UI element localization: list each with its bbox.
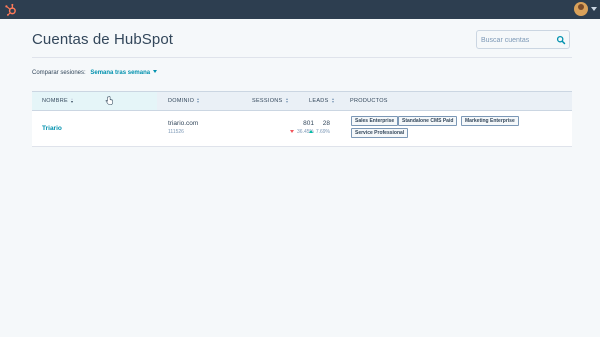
portal-id: 111526: [168, 129, 184, 135]
table-row: Triario triario.com 111526 801 36.45% 28…: [32, 111, 572, 147]
search-icon[interactable]: [556, 35, 566, 45]
sort-icon: [197, 98, 200, 103]
compare-sessions: Comparar sesiones: Semana tras semana: [32, 70, 158, 76]
trend-up-icon: [308, 130, 313, 133]
product-tag: Standalone CMS Paid: [398, 116, 458, 126]
account-domain: triario.com: [168, 120, 199, 127]
hubspot-logo-icon[interactable]: [4, 3, 17, 16]
search-box[interactable]: [476, 30, 570, 49]
top-nav-bar: [0, 0, 600, 19]
chevron-down-icon: [153, 70, 158, 73]
account-name-link[interactable]: Triario: [42, 125, 62, 132]
leads-value: 28: [322, 120, 330, 127]
search-input[interactable]: [481, 34, 555, 46]
sort-icon: [285, 98, 288, 103]
leads-change: 7.69%: [302, 129, 330, 135]
product-tag: Marketing Enterprise: [461, 116, 519, 126]
chevron-down-icon[interactable]: [591, 7, 597, 11]
column-header-dominio[interactable]: DOMINIO: [168, 98, 200, 104]
product-tag: Sales Enterprise: [351, 116, 399, 126]
sessions-value: 801: [303, 120, 314, 127]
compare-dropdown[interactable]: Semana tras semana: [90, 70, 158, 76]
column-header-nombre[interactable]: NOMBRE: [42, 98, 73, 104]
column-header-productos: PRODUCTOS: [350, 98, 388, 104]
sort-icon: [70, 98, 73, 103]
sort-icon: [331, 98, 334, 103]
header-divider: [32, 57, 572, 58]
compare-value: Semana tras semana: [90, 70, 151, 76]
column-header-leads[interactable]: LEADS: [309, 98, 334, 104]
trend-down-icon: [290, 130, 295, 133]
page-title: Cuentas de HubSpot: [32, 31, 174, 48]
compare-label: Comparar sesiones:: [32, 70, 86, 76]
column-header-sessions[interactable]: SESSIONS: [252, 98, 288, 104]
product-tag: Service Professional: [351, 128, 409, 138]
table-header: NOMBRE DOMINIO SESSIONS LEADS PRODUCTOS: [32, 91, 572, 111]
hand-cursor-icon: [105, 96, 113, 105]
user-avatar[interactable]: [574, 2, 588, 16]
